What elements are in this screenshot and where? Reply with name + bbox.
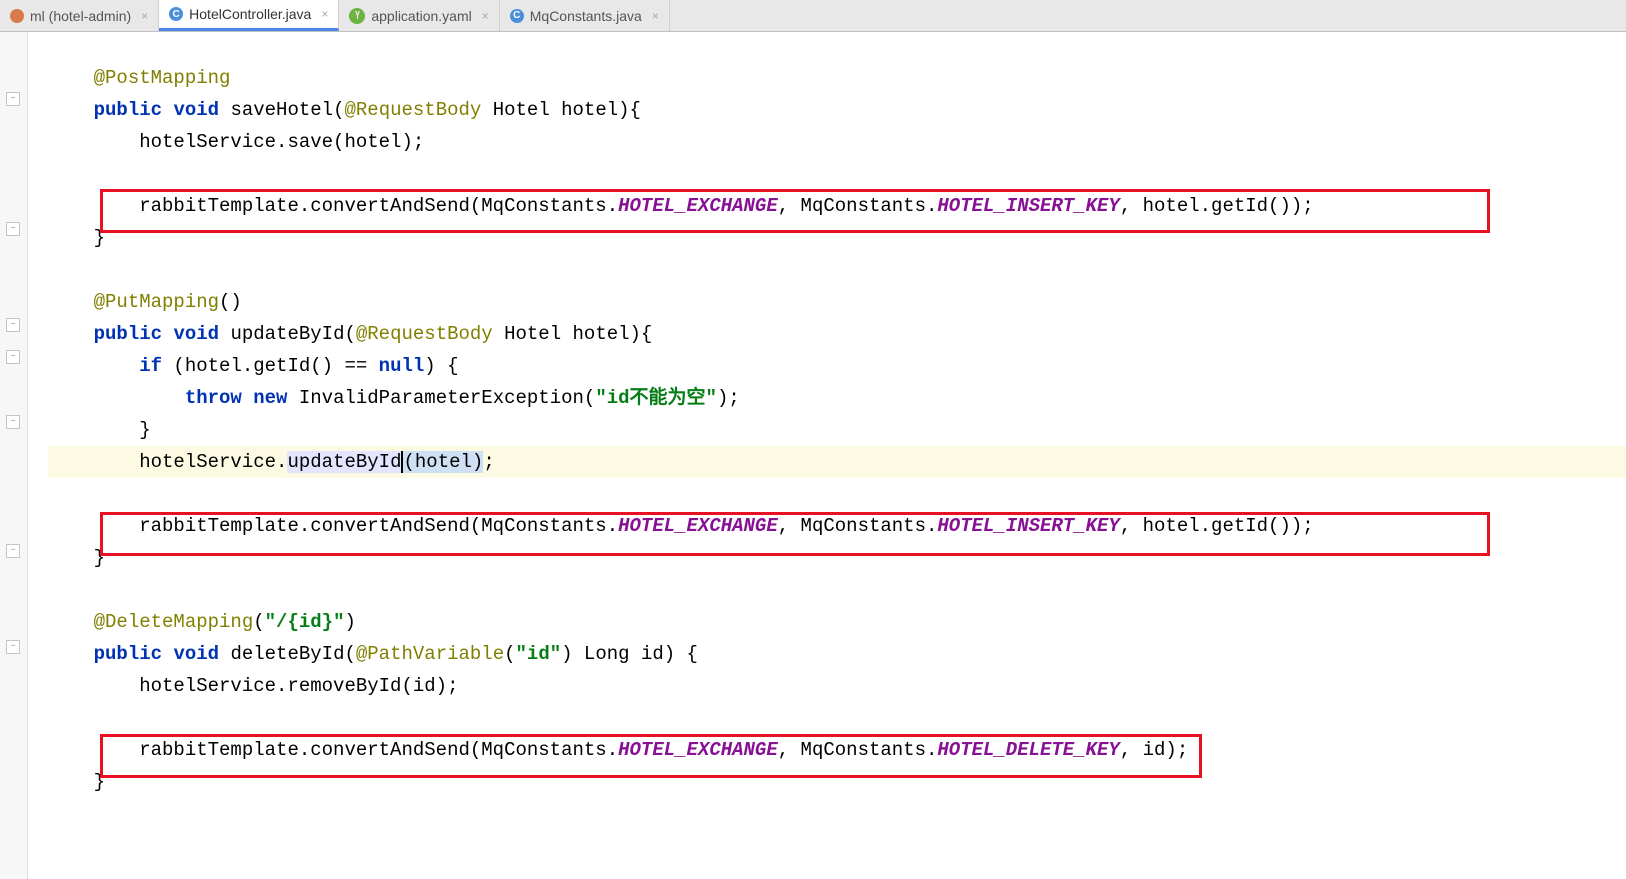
- close-icon[interactable]: ×: [141, 9, 148, 23]
- code-line: @DeleteMapping("/{id}"): [48, 606, 1626, 638]
- code-line: rabbitTemplate.convertAndSend(MqConstant…: [48, 190, 1626, 222]
- fold-toggle-icon[interactable]: –: [6, 544, 20, 558]
- editor-tabs-bar: ml (hotel-admin) × C HotelController.jav…: [0, 0, 1626, 32]
- code-line: public void updateById(@RequestBody Hote…: [48, 318, 1626, 350]
- tab-hotel-admin-xml[interactable]: ml (hotel-admin) ×: [0, 0, 159, 31]
- tab-mq-constants[interactable]: C MqConstants.java ×: [500, 0, 670, 31]
- code-line: [48, 478, 1626, 510]
- yaml-file-icon: [349, 8, 365, 24]
- code-line: public void deleteById(@PathVariable("id…: [48, 638, 1626, 670]
- code-line: public void saveHotel(@RequestBody Hotel…: [48, 94, 1626, 126]
- close-icon[interactable]: ×: [321, 7, 328, 21]
- xml-file-icon: [10, 9, 24, 23]
- close-icon[interactable]: ×: [482, 9, 489, 23]
- fold-toggle-icon[interactable]: –: [6, 222, 20, 236]
- code-line: if (hotel.getId() == null) {: [48, 350, 1626, 382]
- code-line: }: [48, 222, 1626, 254]
- tab-label: application.yaml: [371, 8, 471, 24]
- code-line-current: hotelService.updateById(hotel);: [48, 446, 1626, 478]
- code-line: }: [48, 414, 1626, 446]
- fold-toggle-icon[interactable]: –: [6, 318, 20, 332]
- code-line: hotelService.removeById(id);: [48, 670, 1626, 702]
- tab-hotel-controller[interactable]: C HotelController.java ×: [159, 0, 339, 31]
- code-line: @PostMapping: [48, 62, 1626, 94]
- code-line: [48, 254, 1626, 286]
- gutter: – – – – – – –: [0, 32, 28, 879]
- fold-toggle-icon[interactable]: –: [6, 350, 20, 364]
- tab-label: ml (hotel-admin): [30, 8, 131, 24]
- code-line: [48, 574, 1626, 606]
- code-line: [48, 158, 1626, 190]
- close-icon[interactable]: ×: [652, 9, 659, 23]
- tab-label: MqConstants.java: [530, 8, 642, 24]
- tab-label: HotelController.java: [189, 6, 311, 22]
- code-line: hotelService.save(hotel);: [48, 126, 1626, 158]
- tab-application-yaml[interactable]: application.yaml ×: [339, 0, 499, 31]
- java-class-icon: C: [169, 7, 183, 21]
- code-line: [48, 702, 1626, 734]
- code-line: rabbitTemplate.convertAndSend(MqConstant…: [48, 510, 1626, 542]
- fold-toggle-icon[interactable]: –: [6, 415, 20, 429]
- code-line: throw new InvalidParameterException("id不…: [48, 382, 1626, 414]
- code-line: @PutMapping(): [48, 286, 1626, 318]
- code-line: rabbitTemplate.convertAndSend(MqConstant…: [48, 734, 1626, 766]
- code-editor[interactable]: @PostMapping public void saveHotel(@Requ…: [28, 32, 1626, 879]
- fold-toggle-icon[interactable]: –: [6, 640, 20, 654]
- code-line: }: [48, 766, 1626, 798]
- java-class-icon: C: [510, 9, 524, 23]
- code-line: }: [48, 542, 1626, 574]
- editor-area: – – – – – – – @PostMapping public void s…: [0, 32, 1626, 879]
- fold-toggle-icon[interactable]: –: [6, 92, 20, 106]
